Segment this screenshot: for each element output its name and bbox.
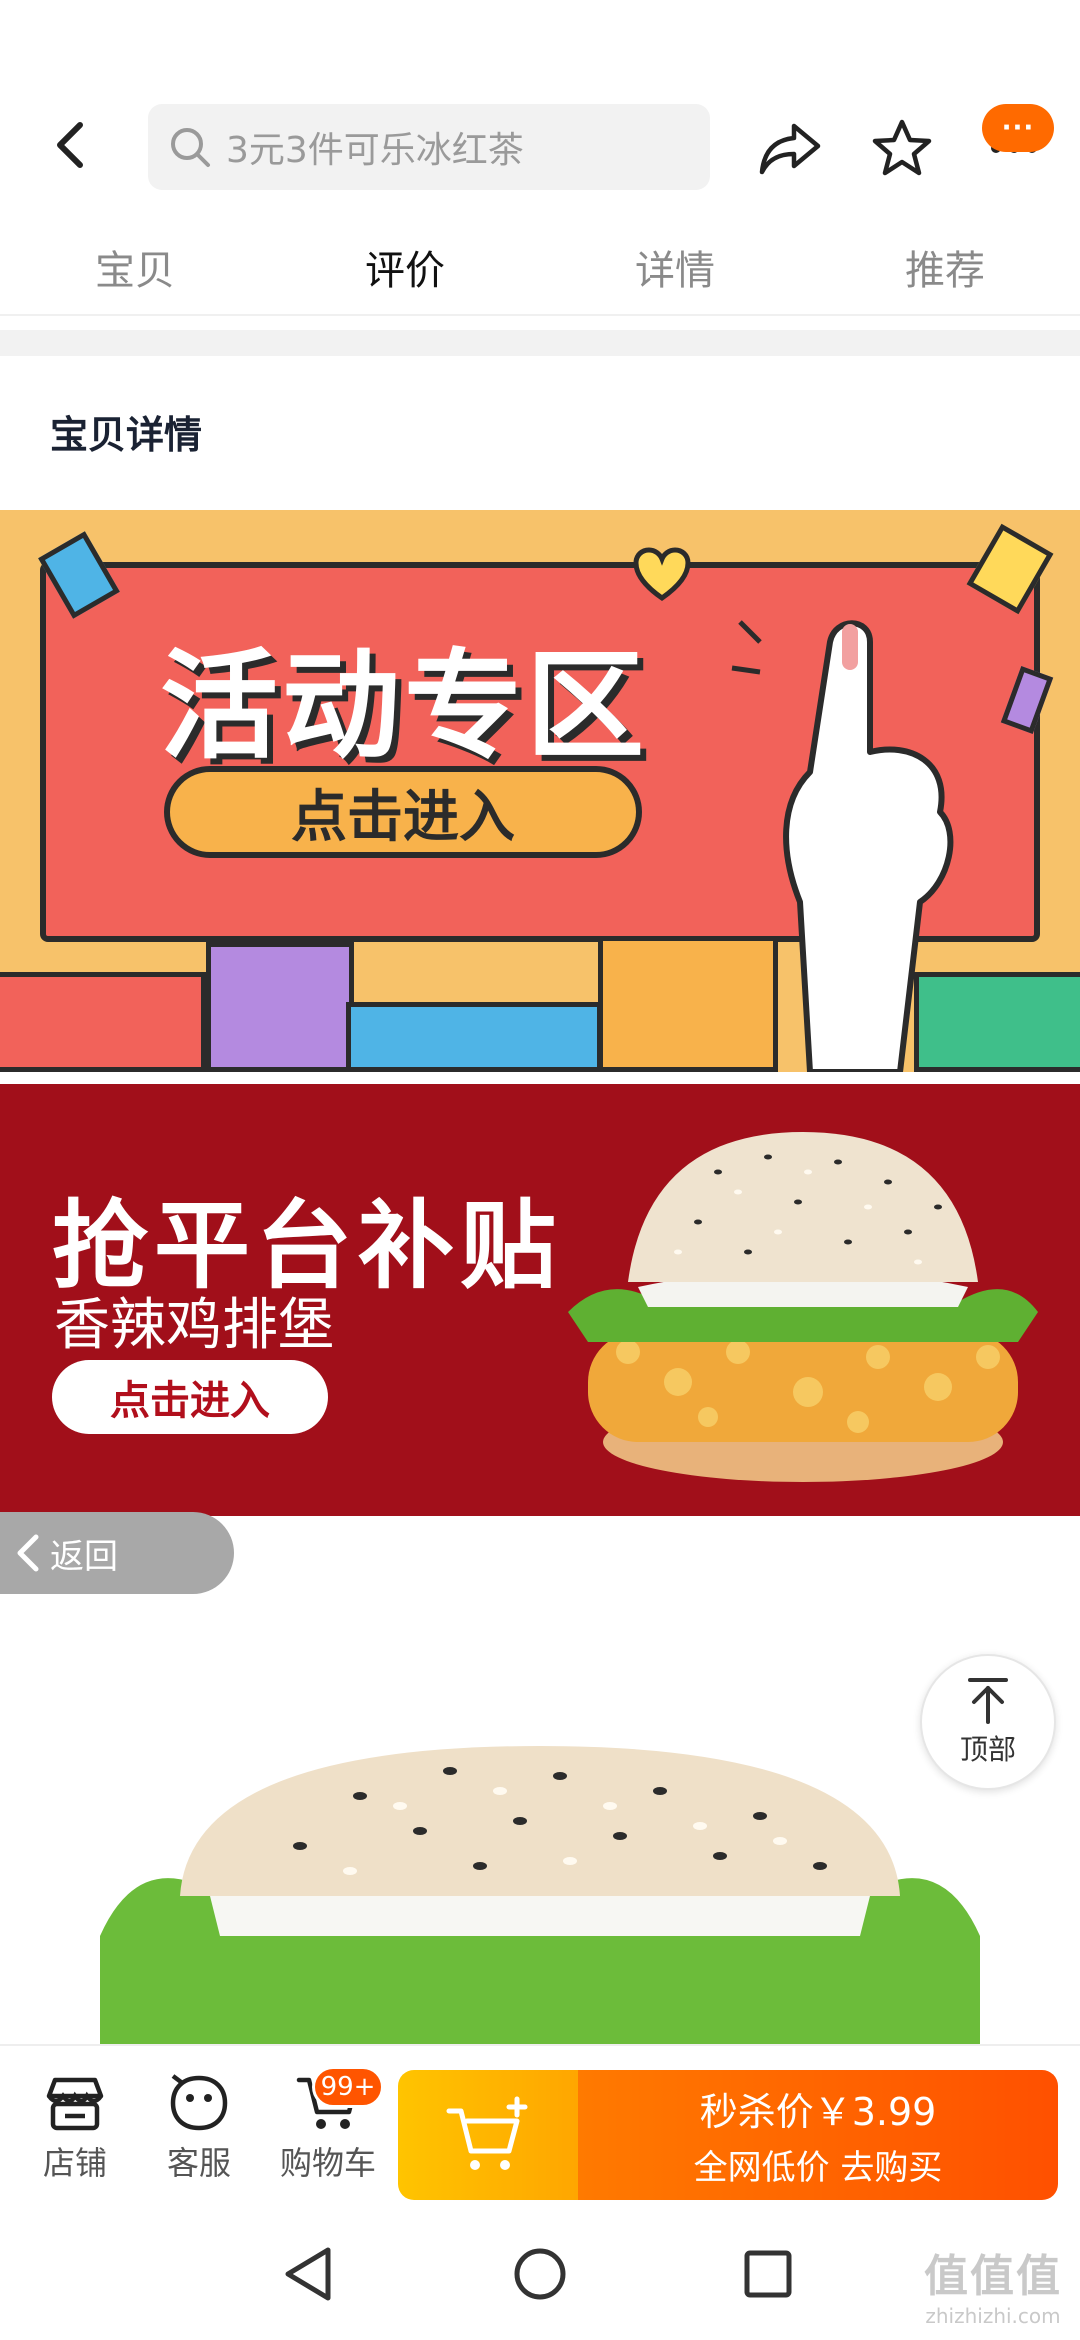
return-button[interactable]: 返回 bbox=[0, 1512, 234, 1594]
product-detail-image bbox=[0, 1596, 1080, 2044]
banner1-enter-button[interactable]: 点击进入 bbox=[164, 766, 642, 858]
top-header: 3元3件可乐冰红茶 ··· 宝贝 评价 详情 推荐 bbox=[0, 0, 1080, 320]
watermark-url: zhizhizhi.com bbox=[925, 2304, 1061, 2328]
share-button[interactable] bbox=[752, 110, 828, 186]
buy-subtitle: 全网低价 去购买 bbox=[693, 2148, 943, 2188]
search-icon bbox=[171, 128, 210, 167]
bottom-action-bar: 店铺 客服 购物车 99+ 秒杀价￥3.99 全网低价 去购买 bbox=[0, 2044, 1080, 2200]
tab-details[interactable]: 详情 bbox=[540, 220, 810, 314]
shop-label: 店铺 bbox=[42, 2144, 107, 2182]
burger-photo-image bbox=[100, 1746, 980, 2044]
star-icon bbox=[872, 119, 932, 176]
customer-service-button[interactable]: 客服 bbox=[144, 2074, 254, 2184]
watermark-text: 值值值 bbox=[924, 2251, 1062, 2302]
gift-box bbox=[598, 936, 778, 1072]
back-button[interactable] bbox=[40, 110, 100, 180]
section-divider bbox=[0, 330, 1080, 356]
cart-count-badge: 99+ bbox=[312, 2066, 384, 2108]
back-to-top-label: 顶部 bbox=[959, 1733, 1016, 1766]
tab-reviews[interactable]: 评价 bbox=[270, 220, 540, 314]
gift-box bbox=[206, 942, 354, 1072]
gift-box bbox=[914, 972, 1080, 1072]
banner2-subtitle: 香辣鸡排堡 bbox=[54, 1293, 334, 1358]
section-title: 宝贝详情 bbox=[50, 413, 203, 457]
circle-home-icon bbox=[514, 2248, 566, 2300]
search-input[interactable]: 3元3件可乐冰红茶 bbox=[148, 104, 710, 190]
nav-recent-button[interactable] bbox=[728, 2234, 808, 2314]
nav-home-button[interactable] bbox=[500, 2234, 580, 2314]
platform-subsidy-banner[interactable]: 抢平台补贴 香辣鸡排堡 点击进入 bbox=[0, 1084, 1080, 1516]
return-label: 返回 bbox=[50, 1536, 118, 1577]
heart-icon bbox=[633, 547, 691, 602]
activity-zone-banner[interactable]: 活动专区 点击进入 bbox=[0, 510, 1080, 1072]
back-arrow-icon bbox=[57, 122, 83, 168]
square-recent-icon bbox=[744, 2250, 792, 2298]
seckill-buy-button[interactable]: 秒杀价￥3.99 全网低价 去购买 bbox=[578, 2070, 1058, 2200]
gift-box bbox=[346, 1002, 602, 1072]
banner2-enter-button[interactable]: 点击进入 bbox=[52, 1360, 328, 1434]
add-to-cart-button[interactable] bbox=[398, 2070, 578, 2200]
tab-item[interactable]: 宝贝 bbox=[0, 220, 270, 314]
arrow-up-icon bbox=[968, 1678, 1008, 1724]
buy-now-button[interactable]: 秒杀价￥3.99 全网低价 去购买 bbox=[398, 2070, 1058, 2200]
cart-label: 购物车 bbox=[279, 2144, 376, 2182]
tab-bar: 宝贝 评价 详情 推荐 bbox=[0, 220, 1080, 316]
system-navigation-bar bbox=[0, 2200, 1080, 2340]
add-to-cart-icon bbox=[446, 2096, 528, 2170]
nav-back-button[interactable] bbox=[268, 2234, 348, 2314]
triangle-back-icon bbox=[285, 2247, 331, 2301]
gift-box bbox=[0, 972, 206, 1072]
favorite-button[interactable] bbox=[864, 110, 940, 186]
watermark: 值值值 zhizhizhi.com bbox=[924, 2240, 1062, 2328]
tab-recommend[interactable]: 推荐 bbox=[810, 220, 1080, 314]
more-badge[interactable]: ··· bbox=[982, 104, 1054, 152]
search-placeholder: 3元3件可乐冰红茶 bbox=[226, 130, 524, 171]
customer-service-icon bbox=[170, 2074, 228, 2131]
banner1-title: 活动专区 bbox=[160, 637, 649, 775]
seckill-price: 秒杀价￥3.99 bbox=[699, 2090, 937, 2134]
customer-service-label: 客服 bbox=[166, 2144, 231, 2182]
back-to-top-button[interactable]: 顶部 bbox=[920, 1654, 1056, 1790]
shop-button[interactable]: 店铺 bbox=[20, 2074, 130, 2184]
chevron-left-icon bbox=[17, 1534, 39, 1572]
share-icon bbox=[759, 123, 821, 175]
shop-icon bbox=[46, 2077, 104, 2131]
chicken-burger-image bbox=[568, 1132, 1038, 1482]
